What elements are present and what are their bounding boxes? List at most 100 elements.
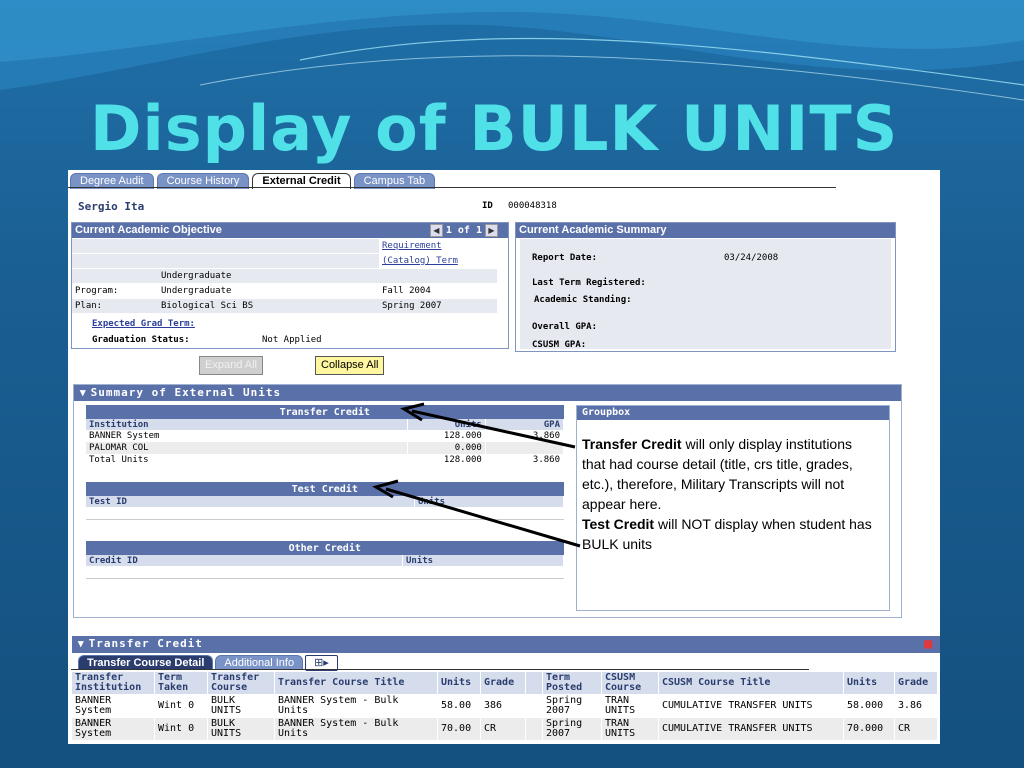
external-units-header[interactable]: ▾ Summary of External Units [74, 385, 901, 401]
objective-title: Current Academic Objective [75, 224, 222, 236]
standing-label: Academic Standing: [534, 295, 632, 305]
table-row: BANNER System Wint 0 BULK UNITS BANNER S… [71, 694, 938, 718]
plan-value: Biological Sci BS [158, 298, 379, 314]
cell: 58.000 [843, 694, 895, 718]
student-name: Sergio Ita [78, 200, 145, 213]
inst-name: PALOMAR COL [86, 442, 408, 454]
tc-tab-line [71, 669, 809, 670]
total-units: 128.000 [407, 454, 486, 466]
cell: CUMULATIVE TRANSFER UNITS [658, 694, 844, 718]
cell: BANNER System [71, 694, 155, 718]
th-csusm-grade: Grade [894, 671, 938, 695]
cell: BULK UNITS [207, 694, 275, 718]
transfer-course-grid: Transfer Institution Term Taken Transfer… [71, 671, 938, 741]
col-units: Units [407, 419, 486, 430]
summary-body: Report Date: 03/24/2008 Last Term Regist… [520, 239, 891, 350]
tab-divider [68, 187, 836, 188]
report-date-label: Report Date: [532, 253, 598, 263]
th-term-posted: Term Posted [542, 671, 602, 695]
plan-term: Spring 2007 [379, 298, 497, 314]
th-csusm-units: Units [843, 671, 895, 695]
cell: BANNER System - Bulk Units [274, 717, 438, 741]
next-icon[interactable]: ▶ [485, 224, 498, 237]
inst-gpa: 3.860 [485, 430, 565, 442]
th-term-taken: Term Taken [154, 671, 208, 695]
other-credit-grid: Other Credit Credit ID Units [86, 541, 564, 579]
collapse-icon[interactable]: ▾ [80, 387, 87, 399]
cell: CR [894, 717, 938, 741]
other-grid-title: Other Credit [86, 541, 564, 555]
overall-gpa-label: Overall GPA: [532, 322, 598, 332]
inst-gpa [485, 442, 565, 454]
cell: CUMULATIVE TRANSFER UNITS [658, 717, 844, 741]
th-grade: Grade [480, 671, 526, 695]
program-label: Program: [72, 283, 158, 299]
objective-table: Requirement (Catalog) Term Undergraduate… [72, 239, 497, 314]
groupbox-title: Groupbox [577, 406, 889, 420]
academic-summary-box: Current Academic Summary Report Date: 03… [515, 222, 896, 352]
test-grid-title: Test Credit [86, 482, 564, 496]
col-credit-id: Credit ID [86, 555, 403, 566]
summary-header: Current Academic Summary [516, 223, 895, 238]
cell: Wint 0 [154, 694, 208, 718]
peoplesoft-panel: Degree Audit Course History External Cre… [68, 170, 940, 744]
cell: 58.00 [437, 694, 481, 718]
total-label: Total Units [86, 454, 408, 466]
cell [525, 717, 543, 741]
cell: 3.86 [894, 694, 938, 718]
req-term-link[interactable]: Requirement [382, 241, 442, 251]
expand-all-button[interactable]: Expand All [199, 356, 263, 375]
groupbox: Groupbox Transfer Credit will only displ… [576, 405, 890, 611]
tab-transfer-course-detail[interactable]: Transfer Course Detail [78, 655, 214, 670]
academic-objective-box: Current Academic Objective ◀ 1 of 1 ▶ Re… [71, 222, 509, 349]
th-institution: Transfer Institution [71, 671, 155, 695]
groupbox-note: Transfer Credit will only display instit… [582, 434, 878, 554]
th-csusm-course: CSUSM Course [601, 671, 659, 695]
tab-additional-info[interactable]: Additional Info [215, 655, 304, 670]
collapse-icon[interactable]: ▾ [78, 638, 85, 650]
total-gpa: 3.860 [485, 454, 565, 466]
transfer-credit-header[interactable]: ▾ Transfer Credit ▦ [72, 636, 940, 653]
grad-term-link[interactable]: Expected Grad Term: [92, 319, 195, 329]
student-id: 000048318 [508, 201, 557, 211]
pager-text: 1 of 1 [445, 225, 482, 236]
last-term-label: Last Term Registered: [532, 278, 646, 288]
table-row: BANNER System Wint 0 BULK UNITS BANNER S… [71, 717, 938, 741]
inst-units: 128.000 [407, 430, 486, 442]
cell: Spring 2007 [542, 694, 602, 718]
id-label: ID [482, 201, 493, 211]
cell: BANNER System [71, 717, 155, 741]
cell: TRAN UNITS [601, 694, 659, 718]
objective-pager: ◀ 1 of 1 ▶ [429, 224, 498, 237]
transfer-grid-title: Transfer Credit [86, 405, 564, 419]
cell: 70.000 [843, 717, 895, 741]
slide-title: Display of BULK UNITS [90, 92, 899, 165]
grid-icon[interactable]: ▦ [924, 637, 934, 653]
grad-status-value: Not Applied [262, 335, 322, 345]
catalog-term-link[interactable]: (Catalog) Term [382, 256, 458, 266]
cell: BULK UNITS [207, 717, 275, 741]
test-credit-grid: Test Credit Test ID Units [86, 482, 564, 520]
cell [525, 694, 543, 718]
col-other-units: Units [402, 555, 564, 566]
career-value: Undergraduate [158, 268, 379, 284]
th-csusm-title: CSUSM Course Title [658, 671, 844, 695]
th-units: Units [437, 671, 481, 695]
col-test-id: Test ID [86, 496, 415, 507]
cell: 70.00 [437, 717, 481, 741]
note-transfer-bold: Transfer Credit [582, 436, 682, 452]
external-units-section: ▾ Summary of External Units Transfer Cre… [73, 384, 902, 618]
inst-units: 0.000 [407, 442, 486, 454]
cell: Wint 0 [154, 717, 208, 741]
inst-name: BANNER System [86, 430, 408, 442]
th-transfer-course: Transfer Course [207, 671, 275, 695]
cell: BANNER System - Bulk Units [274, 694, 438, 718]
col-gpa: GPA [485, 419, 565, 430]
grad-status-label: Graduation Status: [92, 335, 190, 345]
program-term: Fall 2004 [379, 283, 497, 299]
cell: CR [480, 717, 526, 741]
prev-icon[interactable]: ◀ [429, 224, 443, 237]
cell: 386 [480, 694, 526, 718]
collapse-all-button[interactable]: Collapse All [315, 356, 385, 375]
program-value: Undergraduate [158, 283, 379, 299]
